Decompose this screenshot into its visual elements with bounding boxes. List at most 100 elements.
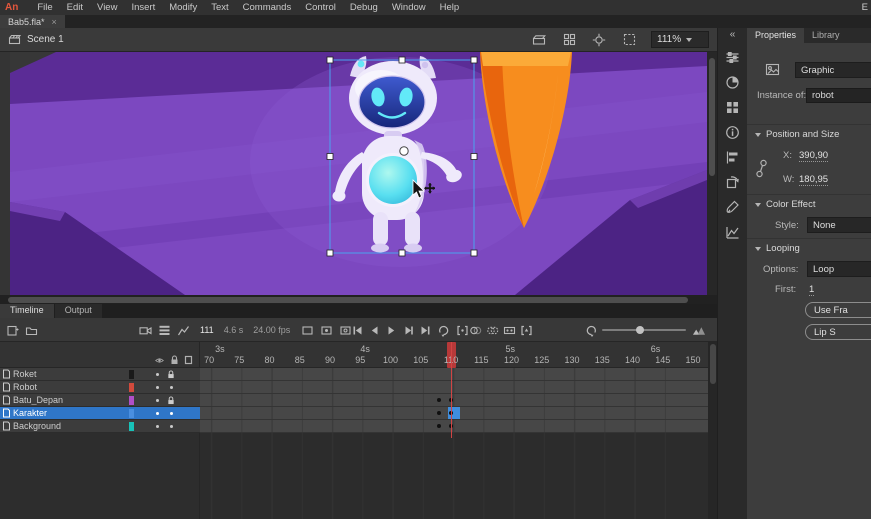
style-select[interactable]: None [807,217,871,233]
lip-syncing-button[interactable]: Lip S [805,324,871,340]
layer-item-karakter[interactable]: Karakter [0,407,200,420]
center-stage-icon[interactable] [591,33,607,47]
transform-panel-icon[interactable] [724,174,742,191]
zoom-select[interactable]: 111% [651,31,709,48]
edit-scene-icon[interactable] [531,33,547,47]
layer-outline-color[interactable] [129,409,134,418]
step-back-icon[interactable] [367,323,381,337]
menu-commands[interactable]: Commands [236,2,299,13]
layer-visibility-toggle[interactable] [150,386,164,389]
frame-grid-empty[interactable] [200,433,708,519]
frame-row-background[interactable] [200,420,708,433]
keyframe-dot[interactable] [437,398,441,402]
menu-edit[interactable]: Edit [60,2,90,13]
layer-item-background[interactable]: Background [0,420,200,433]
layer-lock-toggle[interactable] [164,386,178,389]
go-to-first-frame-icon[interactable] [350,323,364,337]
frame-size-icon[interactable] [692,323,706,337]
insert-frame-icon[interactable] [300,323,314,337]
layer-visibility-toggle[interactable] [150,373,164,376]
align-panel-icon[interactable] [724,149,742,166]
graph-view-icon[interactable] [176,323,190,337]
layer-lock-toggle[interactable] [164,412,178,415]
tab-library[interactable]: Library [804,28,848,43]
document-tab[interactable]: Bab5.fla* × [0,15,65,28]
tab-timeline[interactable]: Timeline [0,304,54,318]
w-value[interactable]: 180,95 [799,174,828,186]
layer-outline-color[interactable] [129,370,134,379]
collapse-panels-icon[interactable]: « [730,29,736,41]
stage-vertical-scrollbar[interactable] [707,52,717,295]
onion-skin-outlines-icon[interactable] [485,323,499,337]
loop-options-select[interactable]: Loop [807,261,871,277]
edit-symbols-icon[interactable] [561,33,577,47]
frame-row-batu_depan[interactable] [200,394,708,407]
color-panel-icon[interactable] [724,74,742,91]
swatches-panel-icon[interactable] [724,99,742,116]
layer-lock-toggle[interactable] [164,425,178,428]
edit-multiple-frames-icon[interactable] [502,323,516,337]
go-to-last-frame-icon[interactable] [418,323,432,337]
menu-help[interactable]: Help [433,2,467,13]
onion-skin-icon[interactable] [468,323,482,337]
stage[interactable] [0,52,717,295]
clip-content-icon[interactable] [621,33,637,47]
instance-name-button[interactable]: robot [806,88,871,103]
layer-lock-toggle[interactable] [164,370,178,379]
camera-icon[interactable] [138,323,152,337]
scroll-thumb[interactable] [709,58,715,176]
scroll-thumb[interactable] [8,297,688,303]
scroll-thumb[interactable] [710,344,716,384]
stage-horizontal-scrollbar[interactable] [0,295,717,304]
section-position-size[interactable]: Position and Size [755,129,839,140]
section-color-effect[interactable]: Color Effect [755,199,815,210]
layer-outline-color[interactable] [129,383,134,392]
layer-visibility-toggle[interactable] [150,412,164,415]
workspace-button[interactable]: E [862,2,871,13]
reset-timeline-zoom-icon[interactable] [584,323,598,337]
link-width-height-icon[interactable] [755,158,768,180]
frame-row-robot[interactable] [200,381,708,394]
layer-visibility-toggle[interactable] [150,425,164,428]
menu-file[interactable]: File [30,2,59,13]
layer-outline-color[interactable] [129,396,134,405]
timeline-zoom-slider[interactable] [602,329,686,331]
layer-item-roket[interactable]: Roket [0,368,200,381]
modify-markers-icon[interactable] [519,323,533,337]
scene-name[interactable]: Scene 1 [27,34,64,45]
frame-row-karakter[interactable] [200,407,708,420]
layer-outline-color[interactable] [129,422,134,431]
tab-output[interactable]: Output [55,304,102,318]
use-frame-picker-button[interactable]: Use Fra [805,302,871,318]
tab-close-icon[interactable]: × [52,17,57,27]
layer-item-batu_depan[interactable]: Batu_Depan [0,394,200,407]
show-all-layers-as-outlines-icon[interactable] [184,355,193,365]
layer-lock-toggle[interactable] [164,396,178,405]
x-value[interactable]: 390,90 [799,150,828,162]
transform-point[interactable] [400,147,408,155]
layers-view-icon[interactable] [157,323,171,337]
loop-playback-icon[interactable] [436,323,450,337]
section-looping[interactable]: Looping [755,243,800,254]
menu-text[interactable]: Text [204,2,235,13]
lock-unlock-all-layers-icon[interactable] [170,355,179,365]
keyframe-dot[interactable] [437,424,441,428]
tab-properties[interactable]: Properties [747,28,804,43]
show-hide-all-layers-icon[interactable] [154,356,165,365]
timeline-vertical-scrollbar[interactable] [708,342,717,519]
new-layer-icon[interactable] [5,323,19,337]
menu-debug[interactable]: Debug [343,2,385,13]
play-icon[interactable] [384,323,398,337]
brush-library-panel-icon[interactable] [724,199,742,216]
menu-control[interactable]: Control [298,2,343,13]
symbol-type-select[interactable]: Graphic [795,62,871,78]
first-frame-value[interactable]: 1 [809,284,814,296]
menu-insert[interactable]: Insert [124,2,162,13]
frame-rate[interactable]: 24.00 fps [253,325,290,335]
playhead-line[interactable] [451,342,453,438]
slider-knob[interactable] [636,326,644,334]
menu-window[interactable]: Window [385,2,433,13]
loop-range-icon[interactable] [455,323,469,337]
step-forward-icon[interactable] [401,323,415,337]
insert-keyframe-icon[interactable] [319,323,333,337]
